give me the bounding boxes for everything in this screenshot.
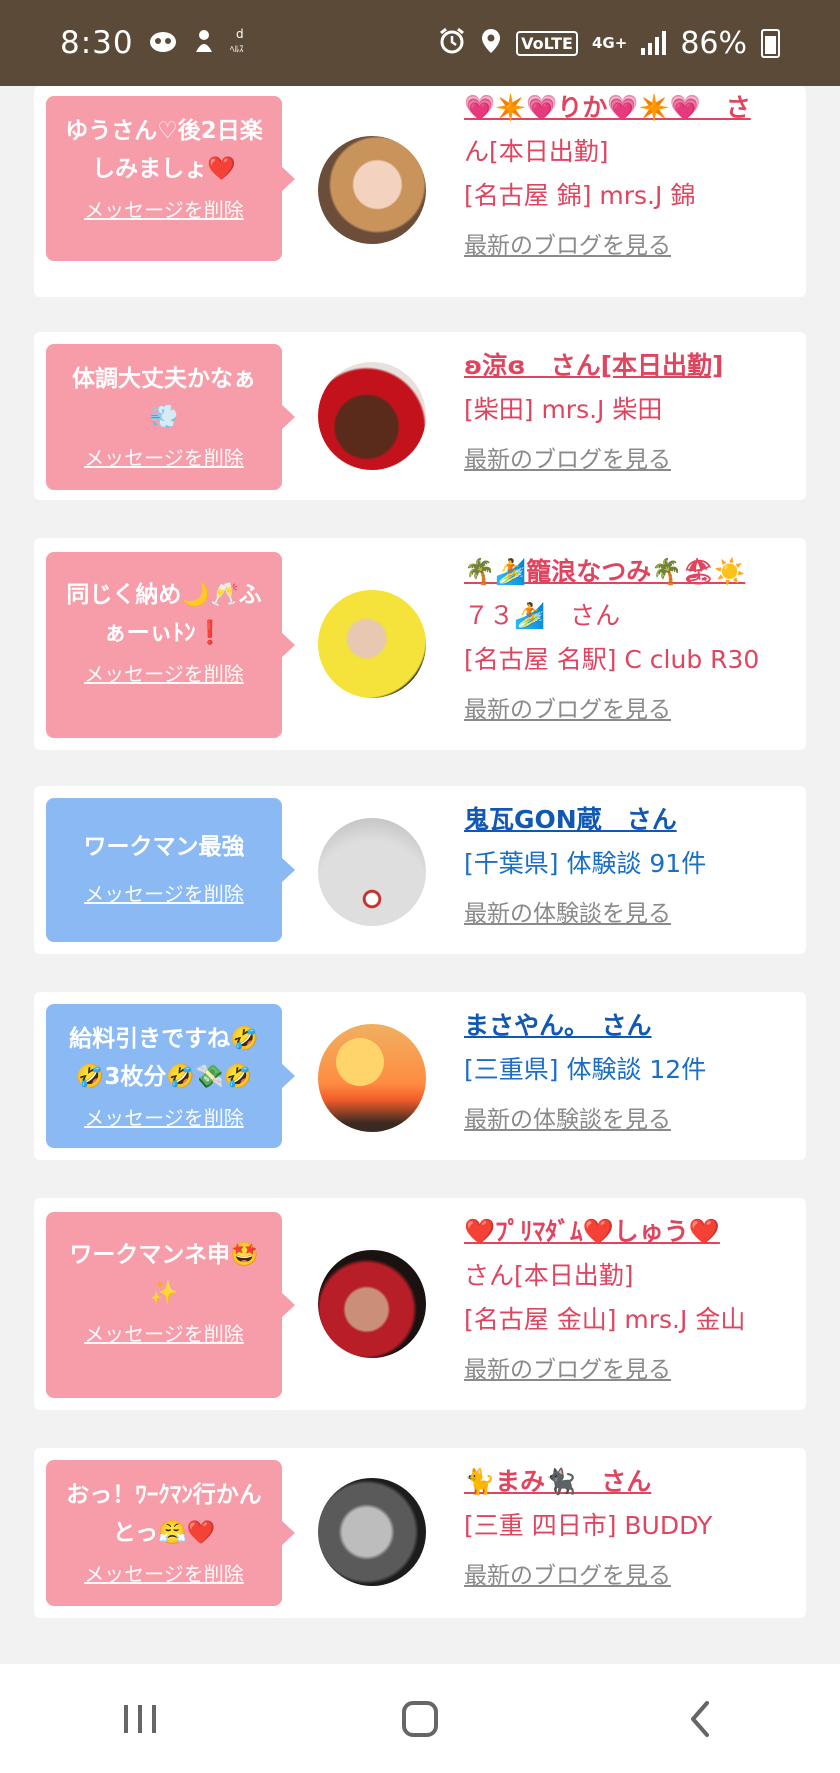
shop-name: [名古屋 金山] mrs.J 金山 [464,1305,746,1334]
shop-name: [三重県] 体験談 12件 [464,1055,707,1084]
svg-text:d: d [236,27,244,41]
message-list[interactable]: ゆうさん♡後2日楽 しみましょ❤️ メッセージを削除 💗✴️💗りか💗✴️💗 さ … [0,86,840,1664]
home-button[interactable] [360,1679,480,1759]
home-icon [402,1700,438,1737]
battery-icon [761,28,780,58]
shop-name: [三重 四日市] BUDDY [464,1511,713,1540]
message-card: おっ！ﾜｰｸﾏﾝ行かん とっ😤❤️ メッセージを削除 🐈まみ🐈‍⬛ さん [三重… [34,1448,806,1618]
recent-apps-button[interactable] [80,1679,200,1759]
back-icon [691,1700,709,1737]
shop-name: [名古屋 錦] mrs.J 錦 [464,181,696,210]
docomo-icon: d ﾍﾙｽ [230,26,254,61]
volte-icon: VoLTE [516,30,578,56]
user-name-link[interactable]: 🐈まみ🐈‍⬛ さん [464,1467,651,1496]
message-card: ワークマン最強 メッセージを削除 鬼瓦GON蔵 さん [千葉県] 体験談 91件… [34,786,806,954]
delete-message-link[interactable]: メッセージを削除 [54,444,274,472]
blog-link[interactable]: 最新のブログを見る [464,1352,794,1388]
delete-message-link[interactable]: メッセージを削除 [54,1560,274,1588]
message-text: とっ😤❤️ [112,1520,216,1546]
user-name-link[interactable]: まさやん。 さん [464,1011,652,1040]
user-info: 🐈まみ🐈‍⬛ さん [三重 四日市] BUDDY 最新のブログを見る [464,1460,794,1594]
avatar-photo-ryo[interactable] [318,362,426,470]
message-text: ワークマン最強 [83,834,245,860]
message-text: ✨ [149,1280,179,1306]
network-type-icon: 4G+ [591,34,628,52]
blog-link[interactable]: 最新のブログを見る [464,692,794,728]
message-text: ゆうさん♡後2日楽 [65,118,263,144]
message-bubble: ワークマンネ申🤩 ✨ メッセージを削除 [46,1212,295,1398]
avatar-photo-gonzo[interactable] [318,818,426,926]
delete-message-link[interactable]: メッセージを削除 [54,196,274,224]
message-text: ぁーぃﾄﾝ❗️ [103,620,225,646]
message-text: 給料引きですね🤣 [69,1026,259,1052]
location-icon [480,27,502,60]
user-info: ʚ涼ɞ さん[本日出勤] [柴田] mrs.J 柴田 最新のブログを見る [464,344,794,478]
delete-message-link[interactable]: メッセージを削除 [54,1104,274,1132]
user-status: ん[本日出勤] [464,137,609,166]
delete-message-link[interactable]: メッセージを削除 [54,880,274,908]
status-bar: 8:30 d ﾍﾙｽ VoLTE 4G+ 86% [0,0,840,86]
message-bubble: ゆうさん♡後2日楽 しみましょ❤️ メッセージを削除 [46,96,295,261]
message-bubble: 同じく納め🌙🥂ふ ぁーぃﾄﾝ❗️ メッセージを削除 [46,552,295,738]
message-text: ワークマンネ申🤩 [69,1242,259,1268]
signal-icon [641,31,667,55]
alarm-icon [438,27,466,60]
message-card: ワークマンネ申🤩 ✨ メッセージを削除 ❤️ﾌﾟﾘﾏﾀﾞﾑ❤️しゅう❤️ さん[… [34,1198,806,1410]
sun-face [336,1038,384,1086]
message-card: 体調大丈夫かなぁ 💨 メッセージを削除 ʚ涼ɞ さん[本日出勤] [柴田] mr… [34,332,806,500]
user-name-link[interactable]: 🌴🏄籠浪なつみ🌴🏖☀️ [464,557,745,586]
user-info: 鬼瓦GON蔵 さん [千葉県] 体験談 91件 最新の体験談を見る [464,798,794,932]
message-text: おっ！ﾜｰｸﾏﾝ行かん [66,1482,262,1508]
app-notification-icon-2 [192,28,216,59]
delete-message-link[interactable]: メッセージを削除 [54,660,274,688]
message-bubble: 給料引きですね🤣 🤣3枚分🤣💸🤣 メッセージを削除 [46,1004,295,1148]
user-info: 🌴🏄籠浪なつみ🌴🏖☀️ ７３🏄 さん [名古屋 名駅] C club R30 最… [464,550,794,728]
review-link[interactable]: 最新の体験談を見る [464,896,794,932]
shop-name: [柴田] mrs.J 柴田 [464,395,663,424]
user-info: 💗✴️💗りか💗✴️💗 さ ん[本日出勤] [名古屋 錦] mrs.J 錦 最新の… [464,86,794,264]
message-bubble: 体調大丈夫かなぁ 💨 メッセージを削除 [46,344,295,490]
message-bubble: おっ！ﾜｰｸﾏﾝ行かん とっ😤❤️ メッセージを削除 [46,1460,295,1606]
clock: 8:30 [60,25,134,61]
recent-apps-icon [124,1704,156,1733]
battery-percent: 86% [680,25,747,61]
app-notification-icon [148,28,178,59]
shop-name: [名古屋 名駅] C club R30 [464,645,760,674]
user-name-link[interactable]: ʚ涼ɞ さん[本日出勤] [464,351,723,380]
user-status: さん[本日出勤] [464,1261,634,1290]
avatar-photo-mami[interactable] [318,1478,426,1586]
user-name-link[interactable]: 💗✴️💗りか💗✴️💗 さ [464,93,751,122]
user-info: まさやん。 さん [三重県] 体験談 12件 最新の体験談を見る [464,1004,794,1138]
user-info: ❤️ﾌﾟﾘﾏﾀﾞﾑ❤️しゅう❤️ さん[本日出勤] [名古屋 金山] mrs.J… [464,1210,794,1388]
message-text: 同じく納め🌙🥂ふ [66,582,262,608]
back-button[interactable] [640,1679,760,1759]
avatar-photo-natsumi[interactable] [318,590,426,698]
system-nav-bar [0,1664,840,1773]
user-name-link[interactable]: ❤️ﾌﾟﾘﾏﾀﾞﾑ❤️しゅう❤️ [464,1217,720,1246]
message-text: 🤣3枚分🤣💸🤣 [75,1064,253,1090]
message-card: 同じく納め🌙🥂ふ ぁーぃﾄﾝ❗️ メッセージを削除 🌴🏄籠浪なつみ🌴🏖☀️ ７３… [34,538,806,750]
message-card: 給料引きですね🤣 🤣3枚分🤣💸🤣 メッセージを削除 まさやん。 さん [三重県]… [34,992,806,1160]
user-name-cont: ７３🏄 さん [464,601,621,630]
shop-name: [千葉県] 体験談 91件 [464,849,707,878]
avatar-photo-shu[interactable] [318,1250,426,1358]
message-text: しみましょ❤️ [92,156,236,182]
message-card: ゆうさん♡後2日楽 しみましょ❤️ メッセージを削除 💗✴️💗りか💗✴️💗 さ … [34,86,806,297]
blog-link[interactable]: 最新のブログを見る [464,228,794,264]
review-link[interactable]: 最新の体験談を見る [464,1102,794,1138]
message-text: 体調大丈夫かなぁ [72,366,256,392]
svg-text:ﾍﾙｽ: ﾍﾙｽ [230,45,244,55]
avatar-photo-masayan[interactable] [318,1024,426,1132]
message-bubble: ワークマン最強 メッセージを削除 [46,798,295,942]
avatar-photo-rika[interactable] [318,136,426,244]
blog-link[interactable]: 最新のブログを見る [464,1558,794,1594]
blog-link[interactable]: 最新のブログを見る [464,442,794,478]
delete-message-link[interactable]: メッセージを削除 [54,1320,274,1348]
user-name-link[interactable]: 鬼瓦GON蔵 さん [464,805,677,834]
message-text: 💨 [149,404,179,430]
